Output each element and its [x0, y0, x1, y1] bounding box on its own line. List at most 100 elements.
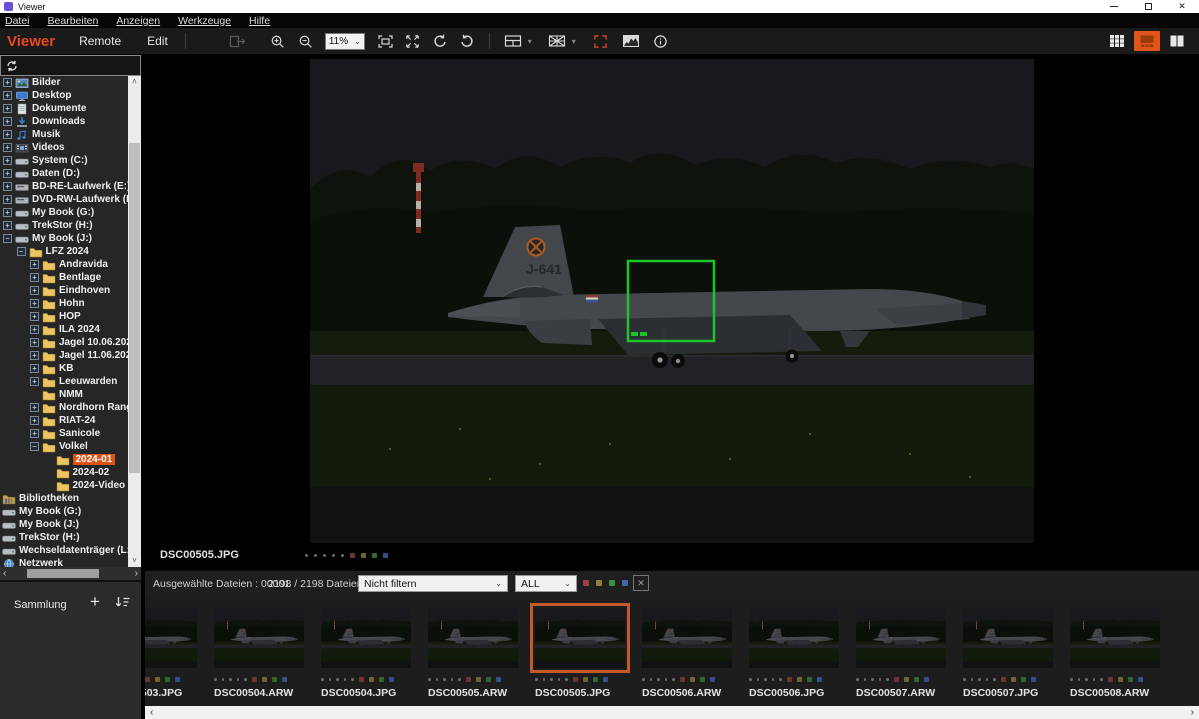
- expand-icon[interactable]: +: [3, 156, 12, 165]
- tree-item-sanicole[interactable]: +Sanicole: [0, 427, 128, 440]
- color-label-dot[interactable]: [165, 677, 170, 682]
- rating-dot[interactable]: [779, 678, 782, 681]
- rating-dot[interactable]: [543, 678, 546, 681]
- rating-dot[interactable]: [672, 678, 675, 681]
- sort-collection-button[interactable]: [114, 595, 131, 614]
- expand-icon[interactable]: +: [30, 429, 39, 438]
- rotate-left-icon[interactable]: [428, 31, 452, 51]
- tree-item-desktop[interactable]: +Desktop: [0, 89, 128, 102]
- color-label-dot[interactable]: [573, 677, 578, 682]
- rating-dot[interactable]: [458, 678, 461, 681]
- color-label-dot[interactable]: [596, 580, 602, 586]
- color-label-dot[interactable]: [350, 553, 355, 558]
- zoom-out-icon[interactable]: [294, 31, 318, 51]
- thumbnail-dsc00507-jpg[interactable]: DSC00507.JPG: [963, 608, 1053, 706]
- rating-dot[interactable]: [222, 678, 225, 681]
- scroll-down-icon[interactable]: ˅: [128, 555, 141, 567]
- rating-dot[interactable]: [856, 678, 859, 681]
- filter-select[interactable]: Nicht filtern ⌄: [358, 575, 508, 592]
- expand-icon[interactable]: +: [30, 377, 39, 386]
- clear-filter-button[interactable]: ✕: [633, 575, 649, 591]
- rating-dot[interactable]: [550, 678, 553, 681]
- thumbnail-dsc00503-jpg[interactable]: DSC00503.JPG: [145, 608, 197, 706]
- color-label-dot[interactable]: [262, 677, 267, 682]
- rating-dot[interactable]: [871, 678, 874, 681]
- add-collection-button[interactable]: +: [87, 592, 103, 612]
- thumbnail-dsc00507-arw[interactable]: DSC00507.ARW: [856, 608, 946, 706]
- color-label-dot[interactable]: [1011, 677, 1016, 682]
- expand-icon[interactable]: +: [30, 260, 39, 269]
- tree-item-my-book-j[interactable]: −My Book (J:): [0, 232, 128, 245]
- color-label-dot[interactable]: [466, 677, 471, 682]
- rating-dot[interactable]: [214, 678, 217, 681]
- fit-window-icon[interactable]: [374, 31, 398, 51]
- rating-dot[interactable]: [305, 554, 308, 557]
- close-button[interactable]: ✕: [1165, 0, 1199, 13]
- rating-dot[interactable]: [436, 678, 439, 681]
- tree-item-riat-24[interactable]: +RIAT-24: [0, 414, 128, 427]
- scrollbar-thumb[interactable]: [129, 143, 140, 473]
- compare-grid-dropdown-icon[interactable]: ▾: [569, 37, 579, 46]
- label-color-filters[interactable]: [583, 580, 628, 586]
- view-grid-button[interactable]: [1104, 31, 1130, 51]
- color-label-dot[interactable]: [379, 677, 384, 682]
- zoom-in-icon[interactable]: [266, 31, 290, 51]
- tree-item-jagel-11-06-2024[interactable]: +Jagel 11.06.2024: [0, 349, 128, 362]
- rating-dot[interactable]: [657, 678, 660, 681]
- scrollbar-thumb[interactable]: [27, 569, 99, 578]
- view-filmstrip-button[interactable]: [1134, 31, 1160, 51]
- rating-dot[interactable]: [665, 678, 668, 681]
- rating-dot[interactable]: [963, 678, 966, 681]
- refresh-button[interactable]: [0, 55, 141, 76]
- tree-item-my-book-g[interactable]: My Book (G:): [0, 505, 128, 518]
- rating-dot[interactable]: [451, 678, 454, 681]
- color-label-dot[interactable]: [700, 677, 705, 682]
- rating-dot[interactable]: [642, 678, 645, 681]
- color-label-dot[interactable]: [894, 677, 899, 682]
- expand-icon[interactable]: +: [3, 208, 12, 217]
- tree-item-bilder[interactable]: +Bilder: [0, 76, 128, 89]
- view-two-pane-button[interactable]: [1164, 31, 1190, 51]
- color-label-dot[interactable]: [603, 677, 608, 682]
- expand-icon[interactable]: +: [30, 403, 39, 412]
- rating-dot[interactable]: [443, 678, 446, 681]
- collapse-icon[interactable]: −: [30, 442, 39, 451]
- rating-dot[interactable]: [978, 678, 981, 681]
- rating-dot[interactable]: [332, 554, 335, 557]
- rotate-right-icon[interactable]: [455, 31, 479, 51]
- scroll-left-icon[interactable]: ‹: [0, 567, 9, 580]
- tree-item-andravida[interactable]: +Andravida: [0, 258, 128, 271]
- tree-item-my-book-g[interactable]: +My Book (G:): [0, 206, 128, 219]
- color-label-dot[interactable]: [1118, 677, 1123, 682]
- rating-dot[interactable]: [323, 554, 326, 557]
- histogram-icon[interactable]: [619, 31, 643, 51]
- color-label-dot[interactable]: [807, 677, 812, 682]
- color-label-dot[interactable]: [155, 677, 160, 682]
- color-label-dot[interactable]: [710, 677, 715, 682]
- color-label-dot[interactable]: [486, 677, 491, 682]
- tree-item-system-c[interactable]: +System (C:): [0, 154, 128, 167]
- tree-item-bibliotheken[interactable]: Bibliotheken: [0, 492, 128, 505]
- tree-item-dokumente[interactable]: +Dokumente: [0, 102, 128, 115]
- color-label-dot[interactable]: [817, 677, 822, 682]
- color-label-dot[interactable]: [272, 677, 277, 682]
- remote-menu[interactable]: Remote: [79, 34, 121, 48]
- expand-icon[interactable]: +: [30, 338, 39, 347]
- menu-datei[interactable]: Datei: [5, 15, 39, 27]
- rating-dot[interactable]: [341, 554, 344, 557]
- rating-row[interactable]: [305, 553, 388, 558]
- tree-item-trekstor-h[interactable]: +TrekStor (H:): [0, 219, 128, 232]
- rating-dot[interactable]: [565, 678, 568, 681]
- minimize-button[interactable]: [1097, 0, 1131, 13]
- tree-horizontal-scrollbar[interactable]: ‹ ›: [0, 567, 141, 580]
- color-label-dot[interactable]: [680, 677, 685, 682]
- tree-item-jagel-10-06-2024[interactable]: +Jagel 10.06.2024: [0, 336, 128, 349]
- tree-item-netzwerk[interactable]: Netzwerk: [0, 557, 128, 567]
- color-label-dot[interactable]: [1001, 677, 1006, 682]
- color-label-dot[interactable]: [282, 677, 287, 682]
- color-label-dot[interactable]: [593, 677, 598, 682]
- rating-dot[interactable]: [986, 678, 989, 681]
- rating-dot[interactable]: [344, 678, 347, 681]
- color-label-dot[interactable]: [622, 580, 628, 586]
- color-label-dot[interactable]: [914, 677, 919, 682]
